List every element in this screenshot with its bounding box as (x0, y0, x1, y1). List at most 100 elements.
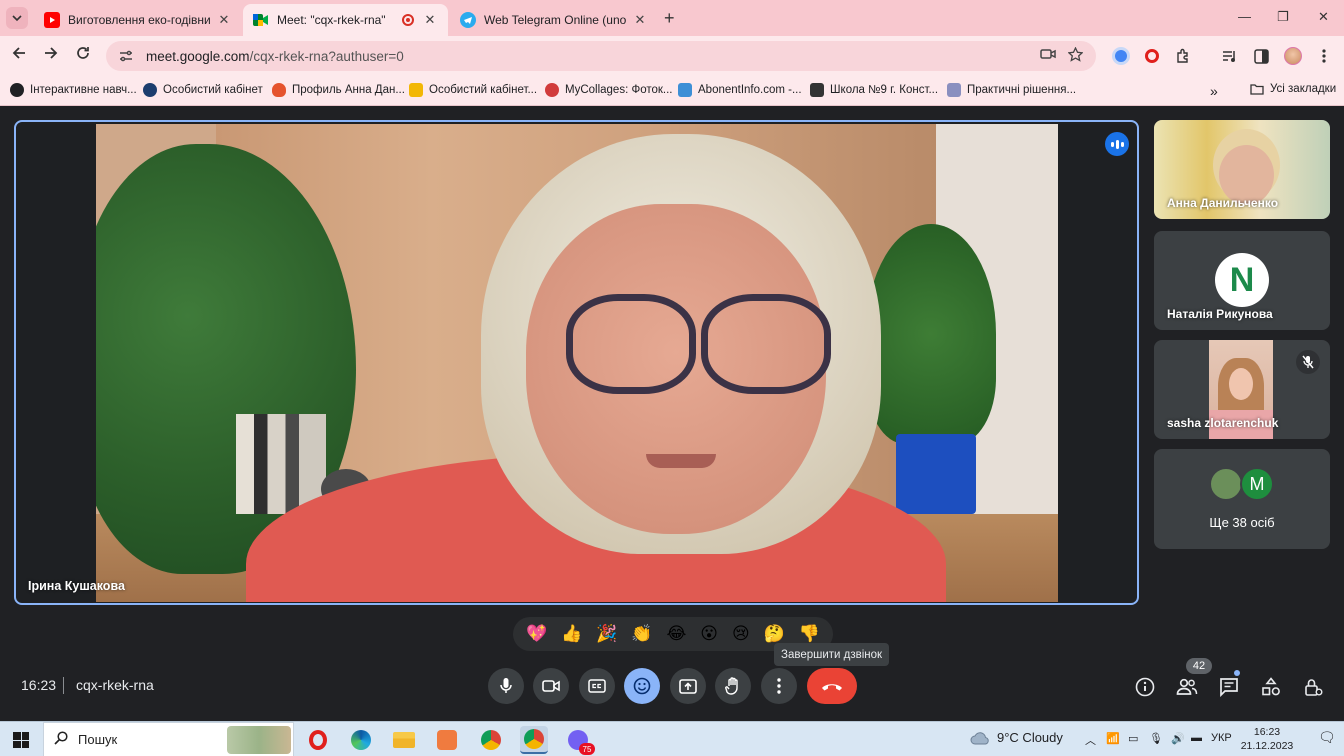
more-options-button[interactable] (761, 668, 797, 704)
kebab-menu-icon[interactable] (1314, 46, 1334, 66)
end-call-button[interactable] (807, 668, 857, 704)
main-speaker-tile[interactable]: Ірина Кушакова (14, 120, 1139, 605)
bookmark-item[interactable]: AbonentInfo.com -... (678, 83, 802, 97)
reaction-thinking[interactable]: 🤔 (764, 625, 785, 643)
close-icon[interactable]: ✕ (422, 12, 438, 28)
taskbar-app-icon[interactable] (433, 726, 461, 754)
side-panel-icon[interactable] (1251, 46, 1271, 66)
tab-telegram[interactable]: Web Telegram Online (unofficial) ✕ (450, 4, 658, 36)
cabinet-icon (409, 83, 423, 97)
participant-tile-nataliia[interactable]: N Наталія Рикунова (1154, 231, 1330, 330)
reaction-crying[interactable]: 😢 (732, 625, 750, 643)
bookmark-item[interactable]: MyCollages: Фоток... (545, 83, 673, 97)
bookmark-item[interactable]: Профиль Анна Дан... (272, 83, 405, 97)
notifications-icon[interactable]: 🗨 (1318, 729, 1336, 746)
chat-notification-dot (1234, 670, 1240, 676)
main-speaker-video (96, 124, 1058, 602)
tab-meet[interactable]: Meet: "cqx-rkek-rna" ✕ (243, 4, 448, 36)
taskbar-edge-icon[interactable] (347, 726, 375, 754)
forward-button[interactable] (41, 46, 61, 65)
microphone-button[interactable] (488, 668, 524, 704)
camera-button[interactable] (533, 668, 569, 704)
tab-title: Meet: "cqx-rkek-rna" (277, 13, 386, 27)
search-icon (54, 731, 68, 748)
bookmark-item[interactable]: Інтерактивне навч... (10, 83, 137, 97)
bookmark-item[interactable]: Школа №9 г. Конст... (810, 83, 938, 97)
participant-tile-sasha[interactable]: sasha zlotarenchuk (1154, 340, 1330, 439)
more-participants-tile[interactable]: M Ще 38 осіб (1154, 449, 1330, 549)
participant-tile-anna[interactable]: Анна Данильченко (1154, 120, 1330, 219)
taskbar-chrome-profile-icon[interactable] (477, 726, 505, 754)
site-settings-icon[interactable] (118, 48, 134, 64)
reaction-clapping[interactable]: 👏 (631, 625, 652, 643)
arrow-left-icon (12, 47, 25, 59)
reaction-party-popper[interactable]: 🎉 (596, 625, 617, 643)
taskbar-opera-icon[interactable] (304, 726, 332, 754)
bookmark-item[interactable]: Особистий кабінет (143, 83, 263, 97)
reaction-sparkling-heart[interactable]: 💖 (526, 625, 547, 643)
minimize-button[interactable]: — (1238, 9, 1251, 24)
reaction-laughing[interactable]: 😂 (666, 625, 686, 643)
main-speaker-name: Ірина Кушакова (28, 579, 125, 593)
document-icon (947, 83, 961, 97)
extensions-puzzle-icon[interactable] (1173, 46, 1193, 66)
present-screen-button[interactable] (670, 668, 706, 704)
reaction-thumbs-down[interactable]: 👎 (799, 625, 820, 643)
chat-icon[interactable] (1217, 675, 1241, 699)
taskbar-search[interactable]: Пошук (43, 722, 294, 756)
bookmark-label: Особистий кабінет... (429, 84, 538, 96)
input-language[interactable]: УКР (1211, 732, 1232, 744)
bookmarks-overflow-chevron-icon[interactable]: » (1210, 83, 1218, 99)
battery-icon[interactable]: ▬ (1191, 732, 1202, 744)
extension-blue-icon[interactable] (1111, 46, 1131, 66)
taskbar-file-explorer-icon[interactable] (390, 726, 418, 754)
meeting-code: cqx-rkek-rna (76, 677, 154, 693)
close-icon[interactable]: ✕ (216, 12, 232, 28)
back-button[interactable] (9, 46, 29, 65)
taskbar-viber-icon[interactable]: 75 (564, 726, 595, 755)
bookmark-item[interactable]: Особистий кабінет... (409, 83, 537, 97)
all-bookmarks-button[interactable]: Усі закладки (1250, 83, 1336, 95)
bookmark-star-icon[interactable] (1067, 46, 1084, 65)
clock-time: 16:23 (1253, 726, 1281, 738)
window-close-button[interactable]: ✕ (1318, 9, 1329, 25)
raise-hand-button[interactable] (715, 668, 751, 704)
bookmark-item[interactable]: Практичні рішення... (947, 83, 1076, 97)
clock[interactable]: 16:23 21.12.2023 (1236, 725, 1298, 753)
show-hidden-icons-chevron-icon[interactable]: ︿ (1085, 732, 1096, 748)
meeting-details-icon[interactable] (1133, 675, 1157, 699)
captions-button[interactable] (579, 668, 615, 704)
glasses-left-lens (566, 294, 696, 394)
reload-button[interactable] (73, 46, 93, 65)
tab-search-button[interactable] (6, 7, 28, 29)
battery-saver-icon: ▭ (1128, 733, 1139, 745)
tab-eco-feeder[interactable]: Виготовлення еко-годівнички ✕ (34, 4, 242, 36)
reaction-thumbs-up[interactable]: 👍 (561, 625, 582, 643)
close-icon[interactable]: ✕ (632, 12, 648, 28)
maximize-button[interactable]: ❐ (1277, 9, 1289, 25)
end-call-tooltip: Завершити дзвінок (774, 643, 890, 666)
media-controls-icon[interactable] (1220, 46, 1240, 66)
host-controls-icon[interactable] (1301, 675, 1325, 699)
profile-avatar[interactable] (1283, 46, 1303, 66)
taskbar-chrome-icon[interactable] (520, 726, 548, 754)
reaction-surprised[interactable]: 😮 (700, 625, 718, 643)
browser-tab-strip: Виготовлення еко-годівнички ✕ Meet: "cqx… (0, 0, 1344, 36)
recording-icon (402, 14, 414, 26)
weather-widget[interactable]: 9°C Cloudy (969, 730, 1063, 745)
volume-icon[interactable]: 🔊 (1171, 732, 1185, 745)
activities-icon[interactable] (1259, 675, 1283, 699)
cloud-icon (970, 731, 989, 744)
hang-up-icon (822, 684, 842, 691)
windows-start-icon[interactable] (13, 732, 29, 748)
camera-in-use-icon[interactable] (1040, 47, 1056, 64)
new-tab-button[interactable]: + (664, 8, 675, 29)
people-icon[interactable] (1175, 675, 1199, 699)
microphone-tray-icon[interactable]: 🎙 (1149, 732, 1163, 745)
opera-extension-icon[interactable] (1142, 46, 1162, 66)
address-bar[interactable]: meet.google.com/cqx-rkek-rna?authuser=0 (106, 41, 1096, 71)
network-icon[interactable]: 📶 (1106, 732, 1120, 745)
emoji-reactions-button[interactable] (624, 668, 660, 704)
notification-badge: 75 (579, 743, 595, 755)
bookmark-label: Профиль Анна Дан... (292, 84, 405, 96)
